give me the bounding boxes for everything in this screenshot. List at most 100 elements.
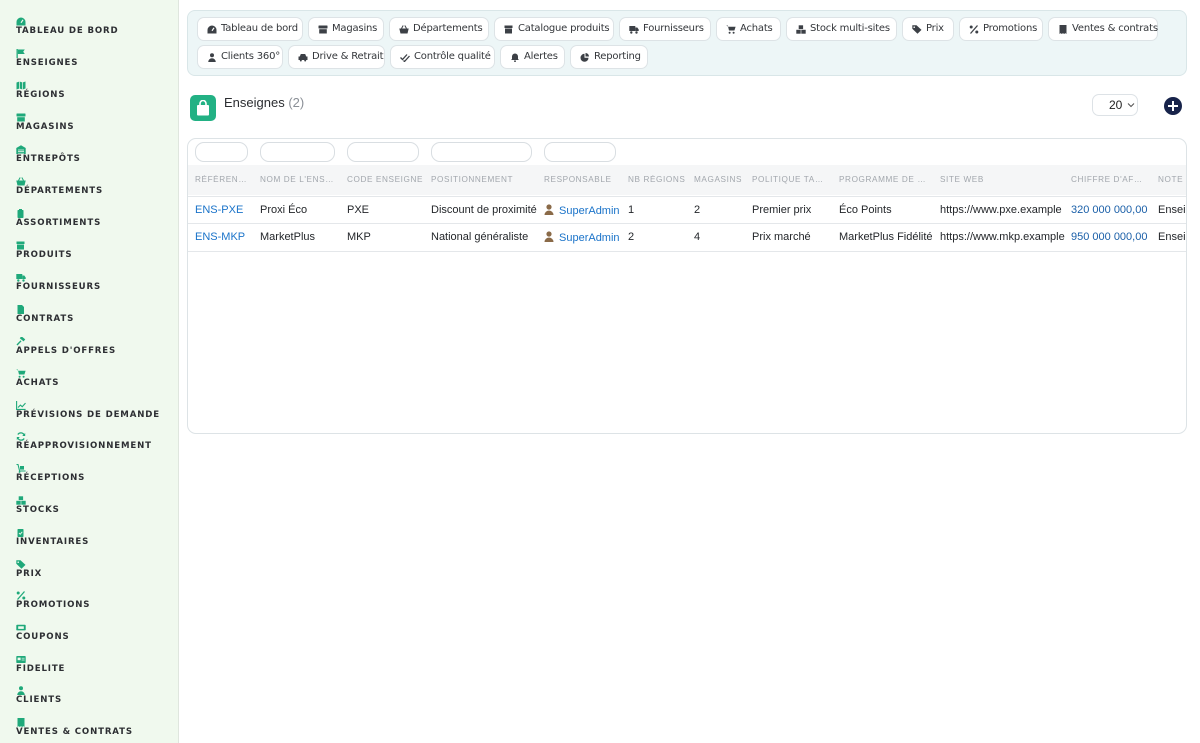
sidebar-item-label: FIDELITE: [16, 664, 66, 674]
nav-chip-achats[interactable]: Achats: [716, 17, 781, 41]
refresh-icon: [16, 432, 26, 441]
cell-chiffre-affaires: 950 000 000,00: [1071, 231, 1148, 243]
column-header-programme[interactable]: PROGRAMME DE FIDÉLITÉ: [839, 175, 929, 184]
sidebar-item-entrepots[interactable]: ENTREPÔTS: [16, 145, 176, 171]
column-header-note[interactable]: NOTE: [1158, 175, 1186, 184]
cell-reference[interactable]: ENS-PXE: [195, 204, 243, 216]
truck-icon: [16, 273, 26, 282]
document-icon: [16, 305, 26, 314]
nav-chip-stock-multi-sites[interactable]: Stock multi-sites: [786, 17, 897, 41]
table-row[interactable]: ENS-MKP MarketPlus MKP National générali…: [188, 224, 1186, 252]
column-header-reference[interactable]: RÉFÉRENCE: [195, 175, 250, 184]
sidebar-item-assortiments[interactable]: ASSORTIMENTS: [16, 209, 176, 235]
sidebar-item-fournisseurs[interactable]: FOURNISSEURS: [16, 273, 176, 299]
table-row[interactable]: ENS-PXE Proxi Éco PXE Discount de proxim…: [188, 196, 1186, 224]
cell-programme: MarketPlus Fidélité: [839, 231, 933, 243]
sidebar-item-receptions[interactable]: RÉCEPTIONS: [16, 464, 176, 490]
add-enseigne-button[interactable]: [1164, 97, 1182, 115]
cell-code: PXE: [347, 204, 370, 216]
nav-chip-clients-360[interactable]: Clients 360°: [197, 45, 283, 69]
nav-chip-fournisseurs[interactable]: Fournisseurs: [619, 17, 711, 41]
column-header-magasins[interactable]: MAGASINS: [694, 175, 746, 184]
cell-responsable[interactable]: SuperAdmin: [544, 231, 620, 244]
ticket-icon: [16, 623, 26, 632]
page-title-text: Enseignes: [224, 95, 285, 110]
column-header-code[interactable]: CODE ENSEIGNE: [347, 175, 425, 184]
sidebar-item-departements[interactable]: DÉPARTEMENTS: [16, 177, 176, 203]
nav-chip-label: Reporting: [594, 51, 641, 62]
nav-chip-reporting[interactable]: Reporting: [570, 45, 648, 69]
column-header-site-web[interactable]: SITE WEB: [940, 175, 1050, 184]
sidebar-item-promotions[interactable]: PROMOTIONS: [16, 591, 176, 617]
cell-programme: Éco Points: [839, 204, 892, 216]
nav-chip-departements[interactable]: Départements: [389, 17, 489, 41]
sidebar-item-coupons[interactable]: COUPONS: [16, 623, 176, 649]
sidebar-item-enseignes[interactable]: ENSEIGNES: [16, 49, 176, 75]
nav-chip-magasins[interactable]: Magasins: [308, 17, 384, 41]
sidebar-item-prix[interactable]: PRIX: [16, 560, 176, 586]
sidebar-item-label: ENTREPÔTS: [16, 154, 81, 164]
filter-responsable-input[interactable]: [544, 142, 616, 162]
column-header-positionnement[interactable]: POSITIONNEMENT: [431, 175, 536, 184]
dashboard-icon: [16, 17, 26, 26]
cart-icon: [16, 369, 26, 378]
responsable-name[interactable]: SuperAdmin: [559, 232, 620, 244]
sidebar-item-inventaires[interactable]: INVENTAIRES: [16, 528, 176, 554]
nav-chip-alertes[interactable]: Alertes: [500, 45, 565, 69]
sidebar-item-appels-doffres[interactable]: APPELS D'OFFRES: [16, 337, 176, 363]
sidebar-item-clients[interactable]: CLIENTS: [16, 686, 176, 712]
sidebar-item-achats[interactable]: ACHATS: [16, 369, 176, 395]
nav-chip-catalogue-produits[interactable]: Catalogue produits: [494, 17, 614, 41]
filter-positionnement-input[interactable]: [431, 142, 532, 162]
sidebar-item-label: RÉAPPROVISIONNEMENT: [16, 441, 152, 451]
column-header-nb-regions[interactable]: NB RÉGIONS: [628, 175, 688, 184]
cell-positionnement: National généraliste: [431, 231, 529, 243]
pie-chart-icon: [580, 53, 590, 62]
column-header-nom[interactable]: NOM DE L'ENSEIGNE: [260, 175, 335, 184]
sidebar-item-fidelite[interactable]: FIDELITE: [16, 655, 176, 681]
sidebar-item-reapprovisionnement[interactable]: RÉAPPROVISIONNEMENT: [16, 432, 176, 458]
sidebar-item-ventes-contrats[interactable]: VENTES & CONTRATS: [16, 718, 176, 743]
responsable-name[interactable]: SuperAdmin: [559, 205, 620, 217]
clipboard-check-icon: [16, 528, 26, 537]
sidebar-item-regions[interactable]: RÉGIONS: [16, 81, 176, 107]
nav-chip-prix[interactable]: Prix: [902, 17, 954, 41]
chart-line-icon: [16, 401, 26, 410]
receipt-icon: [16, 718, 26, 727]
filter-code-input[interactable]: [347, 142, 419, 162]
nav-chip-label: Ventes & contrats: [1072, 23, 1158, 34]
nav-chip-promotions[interactable]: Promotions: [959, 17, 1043, 41]
sidebar-item-magasins[interactable]: MAGASINS: [16, 113, 176, 139]
basket-icon: [16, 177, 26, 186]
cell-reference[interactable]: ENS-MKP: [195, 231, 245, 243]
page-title: Enseignes (2): [224, 95, 304, 110]
filter-nom-input[interactable]: [260, 142, 335, 162]
nav-chip-drive-retrait[interactable]: Drive & Retrait: [288, 45, 385, 69]
sidebar-item-label: ASSORTIMENTS: [16, 218, 102, 228]
boxes-icon: [796, 25, 806, 34]
filter-reference-input[interactable]: [195, 142, 248, 162]
sidebar-item-label: PRIX: [16, 569, 43, 579]
sidebar-item-label: PROMOTIONS: [16, 600, 91, 610]
sidebar-item-label: TABLEAU DE BORD: [16, 26, 119, 36]
sidebar-item-tableau-de-bord[interactable]: TABLEAU DE BORD: [16, 17, 176, 43]
sidebar-item-produits[interactable]: PRODUITS: [16, 241, 176, 267]
sidebar-item-label: MAGASINS: [16, 122, 75, 132]
column-header-responsable[interactable]: RESPONSABLE: [544, 175, 619, 184]
column-header-politique[interactable]: POLITIQUE TARIFAIRE: [752, 175, 827, 184]
dolly-icon: [16, 464, 26, 473]
cell-site-web: https://www.pxe.example: [940, 204, 1062, 216]
nav-chip-controle-qualite[interactable]: Contrôle qualité: [390, 45, 495, 69]
cell-nom: MarketPlus: [260, 231, 316, 243]
nav-chip-label: Fournisseurs: [643, 23, 704, 34]
page-size-select[interactable]: 20: [1092, 94, 1138, 116]
sidebar-item-contrats[interactable]: CONTRATS: [16, 305, 176, 331]
nav-chip-ventes-contrats[interactable]: Ventes & contrats: [1048, 17, 1158, 41]
cell-responsable[interactable]: SuperAdmin: [544, 204, 620, 217]
map-icon: [16, 81, 26, 90]
column-header-chiffre-affaires[interactable]: CHIFFRE D'AFFAIRES: [1071, 175, 1146, 184]
sidebar-item-previsions-de-demande[interactable]: PRÉVISIONS DE DEMANDE: [16, 401, 176, 427]
sidebar-item-stocks[interactable]: STOCKS: [16, 496, 176, 522]
flag-icon: [16, 49, 26, 58]
nav-chip-tableau-de-bord[interactable]: Tableau de bord: [197, 17, 303, 41]
